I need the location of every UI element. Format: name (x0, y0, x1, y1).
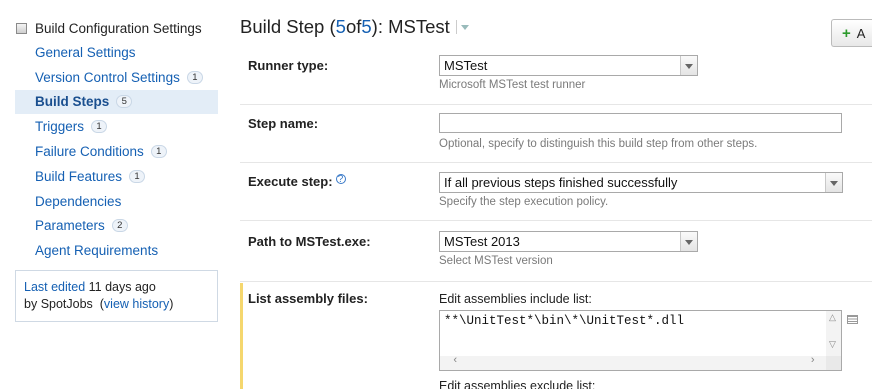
mstest-path-note: Select MSTest version (439, 255, 553, 267)
execute-step-label-text: Execute step: (248, 174, 333, 189)
sidebar-item-failure-conditions[interactable]: Failure Conditions 1 (15, 139, 218, 164)
mstest-version-value: MSTest 2013 (444, 234, 520, 249)
count-badge: 1 (129, 169, 146, 183)
execute-step-value: If all previous steps finished successfu… (444, 175, 678, 190)
count-badge: 2 (111, 219, 128, 233)
sidebar-item-parameters[interactable]: Parameters 2 (15, 214, 218, 239)
last-edited-link[interactable]: Last edited (24, 280, 85, 294)
step-name-input[interactable] (439, 113, 842, 133)
sidebar-item-version-control-settings[interactable]: Version Control Settings 1 (15, 65, 218, 90)
config-icon (16, 22, 27, 34)
assembly-files-label: List assembly files: (248, 291, 368, 306)
vertical-scrollbar[interactable]: △ ▽ (826, 311, 841, 357)
runner-type-select[interactable]: MSTest (439, 55, 698, 76)
editor-name: SpotJobs (40, 297, 93, 311)
runner-type-note: Microsoft MSTest test runner (439, 79, 586, 91)
sidebar-nav: General Settings Version Control Setting… (15, 40, 218, 263)
step-total-link[interactable]: 5 (361, 16, 371, 38)
edit-list-icon[interactable] (847, 315, 858, 324)
include-list-label: Edit assemblies include list: (439, 292, 592, 306)
mstest-path-label: Path to MSTest.exe: (248, 234, 371, 249)
last-edited-box: Last edited 11 days ago by SpotJobs (vie… (15, 270, 218, 322)
chevron-down-icon[interactable] (455, 20, 470, 34)
scroll-left-icon[interactable]: ‹ (452, 355, 459, 367)
sidebar-item-build-features[interactable]: Build Features 1 (15, 164, 218, 189)
step-number-link[interactable]: 5 (336, 16, 346, 38)
sidebar-header: Build Configuration Settings (16, 19, 202, 37)
sidebar-title: Build Configuration Settings (35, 20, 202, 36)
execute-step-label: Execute step:? (248, 174, 346, 189)
sidebar-item-label: Build Features (35, 168, 123, 184)
sidebar-item-general-settings[interactable]: General Settings (15, 40, 218, 65)
step-name-label: Step name: (248, 116, 319, 131)
execute-step-select[interactable]: If all previous steps finished successfu… (439, 172, 843, 193)
exclude-list-label: Edit assemblies exclude list: (439, 379, 596, 389)
title-prefix: Build Step ( (240, 16, 336, 37)
step-name-row: Step name: Optional, specify to distingu… (240, 105, 872, 163)
step-name-note: Optional, specify to distinguish this bu… (439, 138, 758, 150)
sidebar-item-label: Build Steps (35, 94, 110, 110)
title-suffix: ): MSTest (371, 16, 450, 37)
sidebar-item-label: General Settings (35, 44, 136, 60)
count-badge: 5 (116, 95, 133, 109)
add-button-label: A (856, 25, 866, 41)
sidebar-item-label: Parameters (35, 218, 105, 234)
last-edited-time: 11 days ago (88, 280, 156, 294)
main-panel: Build Step (5 of 5): MSTest + A Runner ty… (240, 0, 872, 389)
dropdown-arrow-icon (825, 173, 842, 192)
runner-type-value: MSTest (444, 58, 488, 73)
sidebar-item-label: Version Control Settings (35, 69, 180, 85)
scroll-up-icon[interactable]: △ (829, 313, 836, 323)
sidebar-item-label: Agent Requirements (35, 243, 159, 259)
mstest-path-row: Path to MSTest.exe: MSTest 2013 Select M… (240, 221, 872, 282)
sidebar: Build Configuration Settings General Set… (0, 0, 225, 389)
scroll-right-icon[interactable]: › (809, 355, 816, 367)
title-of: of (345, 16, 362, 37)
by-label: by (24, 297, 38, 311)
page-title: Build Step (5 of 5): MSTest (240, 16, 470, 38)
execute-step-note: Specify the step execution policy. (439, 196, 609, 208)
count-badge: 1 (186, 70, 203, 84)
include-list-value: **\UnitTest*\bin\*\UnitTest*.dll (444, 314, 685, 328)
dropdown-arrow-icon (680, 232, 697, 251)
sidebar-item-label: Triggers (35, 119, 85, 135)
runner-type-label: Runner type: (248, 58, 329, 73)
sidebar-item-build-steps[interactable]: Build Steps 5 (15, 89, 218, 115)
sidebar-item-label: Failure Conditions (35, 144, 144, 160)
include-list-textarea[interactable]: **\UnitTest*\bin\*\UnitTest*.dll △ ▽ ‹ › (439, 310, 842, 371)
plus-icon: + (842, 24, 851, 42)
count-badge: 1 (150, 145, 167, 159)
view-history-link[interactable]: view history (104, 297, 169, 311)
highlight-bar (240, 283, 243, 389)
dropdown-arrow-icon (680, 56, 697, 75)
scroll-down-icon[interactable]: ▽ (829, 340, 836, 350)
sidebar-item-triggers[interactable]: Triggers 1 (15, 114, 218, 139)
horizontal-scrollbar[interactable]: ‹ › (440, 355, 826, 370)
sidebar-item-dependencies[interactable]: Dependencies (15, 189, 218, 214)
runner-type-row: Runner type: MSTest Microsoft MSTest tes… (240, 50, 872, 105)
execute-step-row: Execute step:? If all previous steps fin… (240, 163, 872, 221)
sidebar-item-label: Dependencies (35, 193, 122, 209)
scrollbar-corner (826, 356, 841, 370)
count-badge: 1 (91, 120, 108, 134)
sidebar-item-agent-requirements[interactable]: Agent Requirements (15, 238, 218, 263)
mstest-version-select[interactable]: MSTest 2013 (439, 231, 698, 252)
help-icon[interactable]: ? (335, 174, 346, 185)
add-build-step-button[interactable]: + A (831, 19, 872, 47)
